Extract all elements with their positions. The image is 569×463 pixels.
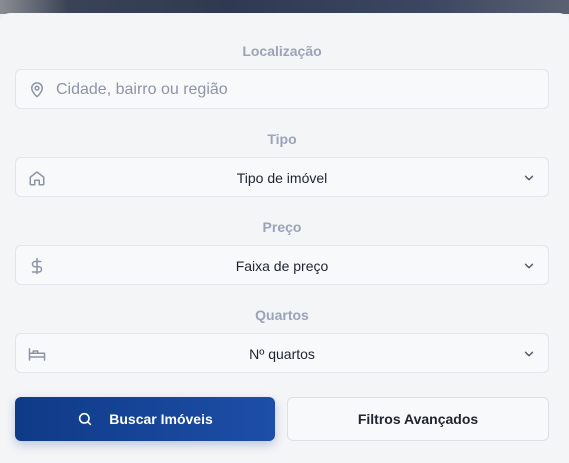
map-pin-icon [28, 81, 46, 99]
rooms-value: Nº quartos [249, 346, 315, 362]
price-value: Faixa de preço [235, 258, 329, 274]
rooms-label: Quartos [255, 307, 309, 323]
price-select[interactable]: Faixa de preço [15, 245, 549, 285]
advanced-filters-label: Filtros Avançados [357, 411, 479, 427]
type-select[interactable]: Tipo de imóvel [15, 157, 549, 197]
chevron-down-icon [522, 259, 536, 273]
location-placeholder: Cidade, bairro ou região [56, 81, 228, 98]
rooms-select[interactable]: Nº quartos [15, 333, 549, 373]
type-value: Tipo de imóvel [236, 170, 328, 186]
advanced-filters-button[interactable]: Filtros Avançados [287, 397, 549, 441]
search-button-label: Buscar Imóveis [109, 411, 213, 427]
type-label: Tipo [267, 131, 297, 147]
chevron-down-icon [522, 347, 536, 361]
price-label: Preço [262, 219, 302, 235]
background-image-strip [0, 0, 569, 14]
search-icon [77, 411, 93, 427]
search-button[interactable]: Buscar Imóveis [15, 397, 275, 441]
location-input[interactable]: Cidade, bairro ou região [15, 69, 549, 109]
chevron-down-icon [522, 171, 536, 185]
location-label: Localização [242, 43, 322, 59]
